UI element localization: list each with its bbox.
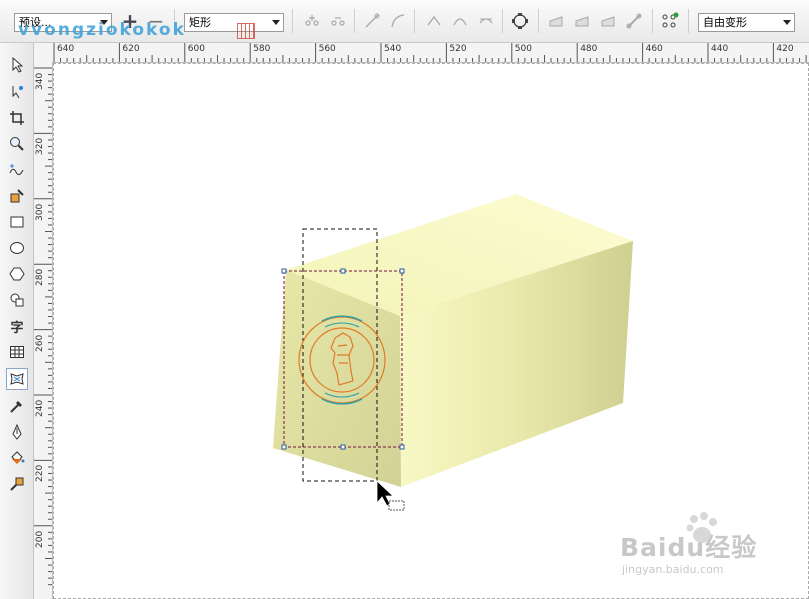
- freehand-icon[interactable]: [6, 159, 28, 181]
- horizontal-ruler[interactable]: 640 620 600 580 560 540 520 500 480 460 440 420: [52, 43, 809, 63]
- toolbar-divider: [354, 9, 355, 33]
- site-watermark: vvongziokokok: [18, 20, 186, 40]
- fill-icon[interactable]: [6, 447, 28, 469]
- selection-handle: [399, 444, 405, 450]
- shape-value: 矩形: [189, 16, 211, 29]
- ruler-ticks: [53, 43, 807, 62]
- interactive-fill-icon[interactable]: [6, 473, 28, 495]
- text-tool-label: 字: [10, 320, 24, 336]
- rectangle-icon[interactable]: [6, 211, 28, 233]
- chevron-down-icon: [783, 20, 791, 25]
- smooth-node-icon[interactable]: [450, 11, 470, 31]
- selection-handle: [340, 444, 346, 450]
- ruler-label: 240: [35, 399, 45, 417]
- polygon-icon[interactable]: [6, 263, 28, 285]
- ruler-label: 320: [35, 138, 45, 156]
- toolbar-divider: [538, 9, 539, 33]
- ruler-origin[interactable]: [33, 43, 53, 63]
- selection-handle: [281, 444, 287, 450]
- envelope-mode-value: 自由变形: [703, 16, 747, 29]
- seal-icon: [237, 23, 255, 39]
- baidu-url-watermark: jingyan.baidu.com: [622, 563, 724, 576]
- ruler-label: 260: [35, 334, 45, 352]
- ruler-label: 300: [35, 203, 45, 221]
- ruler-label: 480: [580, 44, 598, 54]
- ruler-label: 220: [35, 465, 45, 483]
- eyedropper-icon[interactable]: [6, 395, 28, 417]
- ruler-label: 600: [187, 44, 205, 54]
- toolbar-divider: [652, 9, 653, 33]
- stretch-icon[interactable]: [546, 11, 566, 31]
- selection-handle: [340, 268, 346, 274]
- drawing-canvas[interactable]: [53, 63, 809, 599]
- reflect-icon[interactable]: [598, 11, 618, 31]
- crop-icon[interactable]: [6, 107, 28, 129]
- ruler-label: 200: [35, 530, 45, 548]
- envelope-mode-combo[interactable]: 自由变形: [698, 13, 795, 32]
- ruler-label: 500: [514, 44, 532, 54]
- shape-combo[interactable]: 矩形: [184, 13, 284, 32]
- chevron-down-icon: [272, 20, 280, 25]
- baidu-brand-watermark: Baidu经验: [620, 533, 758, 562]
- ruler-label: 540: [384, 44, 402, 54]
- ruler-label: 420: [776, 44, 794, 54]
- basic-shapes-icon[interactable]: [6, 289, 28, 311]
- symmetrical-node-icon[interactable]: [476, 11, 496, 31]
- to-curve-icon[interactable]: [388, 11, 408, 31]
- selection-handle: [281, 268, 287, 274]
- cursor-tooltip-box: [388, 500, 405, 511]
- zoom-icon[interactable]: [6, 133, 28, 155]
- delete-node-icon[interactable]: [328, 11, 348, 31]
- ruler-label: 620: [122, 44, 140, 54]
- select-all-nodes-icon[interactable]: [660, 11, 680, 31]
- ruler-label: 440: [711, 44, 729, 54]
- outline-pen-icon[interactable]: [6, 421, 28, 443]
- toolbar-divider: [502, 9, 503, 33]
- ruler-label: 580: [253, 44, 271, 54]
- ruler-label: 640: [57, 44, 75, 54]
- smart-fill-icon[interactable]: [6, 185, 28, 207]
- text-tool-icon[interactable]: 字: [6, 315, 28, 337]
- to-line-icon[interactable]: [362, 11, 382, 31]
- add-node-icon[interactable]: [302, 11, 322, 31]
- cusp-node-icon[interactable]: [424, 11, 444, 31]
- ruler-label: 460: [645, 44, 663, 54]
- pick-icon[interactable]: [6, 54, 28, 76]
- toolbar-divider: [292, 9, 293, 33]
- ruler-label: 280: [35, 269, 45, 287]
- ruler-label: 560: [318, 44, 336, 54]
- shape-icon[interactable]: [6, 81, 28, 103]
- table-icon[interactable]: [6, 341, 28, 363]
- toolbox: 字: [0, 43, 34, 599]
- rotate-nodes-icon[interactable]: [510, 11, 530, 31]
- envelope-icon[interactable]: [6, 368, 28, 390]
- elastic-mode-icon[interactable]: [624, 11, 644, 31]
- selection-handle: [399, 268, 405, 274]
- ruler-label: 520: [449, 44, 467, 54]
- skew-icon[interactable]: [572, 11, 592, 31]
- toolbar-divider: [688, 9, 689, 33]
- ellipse-icon[interactable]: [6, 237, 28, 259]
- toolbar-divider: [414, 9, 415, 33]
- ruler-label: 340: [35, 72, 45, 90]
- vertical-ruler[interactable]: 340 320 300 280 260 240 220 200: [33, 62, 53, 599]
